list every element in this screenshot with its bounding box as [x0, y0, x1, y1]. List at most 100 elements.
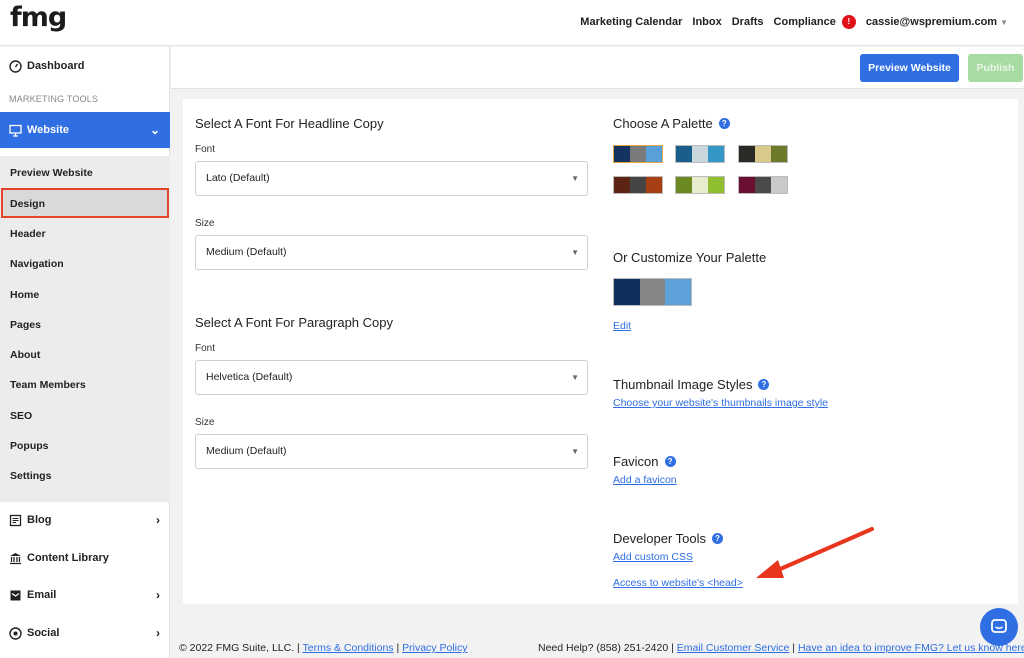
dropdown-arrow-icon: ▼: [571, 447, 579, 456]
swatch: [755, 177, 771, 193]
submenu-settings[interactable]: Settings: [10, 470, 51, 482]
swatch: [614, 146, 630, 162]
help-icon[interactable]: ?: [758, 379, 770, 390]
swatch: [614, 279, 640, 305]
footer-separator: |: [792, 642, 796, 654]
nav-compliance[interactable]: Compliance: [774, 16, 836, 28]
paragraph-font-select[interactable]: Helvetica (Default) ▼: [195, 360, 588, 395]
user-menu[interactable]: cassie@wspremium.com ▼: [866, 16, 1008, 28]
footer-separator: |: [396, 642, 400, 654]
add-custom-css-link[interactable]: Add custom CSS: [613, 551, 693, 563]
submenu-navigation[interactable]: Navigation: [10, 258, 64, 270]
thumbnail-title: Thumbnail Image Styles?: [613, 377, 770, 392]
palette-option-5[interactable]: [675, 176, 725, 194]
chevron-right-icon: ›: [156, 626, 160, 640]
swatch: [739, 177, 755, 193]
swatch: [708, 146, 724, 162]
swatch: [676, 146, 692, 162]
submenu-seo[interactable]: SEO: [10, 410, 32, 422]
submenu-design[interactable]: Design: [10, 198, 45, 210]
dropdown-arrow-icon: ▼: [571, 174, 579, 183]
nav-marketing-calendar[interactable]: Marketing Calendar: [580, 16, 682, 28]
chevron-down-icon: ▼: [1000, 18, 1008, 27]
palette-option-3[interactable]: [738, 145, 788, 163]
submenu-popups[interactable]: Popups: [10, 440, 49, 452]
email-support-link[interactable]: Email Customer Service: [677, 642, 790, 654]
sidebar-item-social[interactable]: Social ›: [0, 624, 170, 642]
sidebar-item-email[interactable]: Email ›: [0, 586, 170, 604]
swatch: [771, 146, 787, 162]
palette-option-2[interactable]: [675, 145, 725, 163]
submenu-home[interactable]: Home: [10, 289, 39, 301]
sidebar-item-label: Website: [27, 124, 69, 136]
palette-option-4[interactable]: [613, 176, 663, 194]
thumbnail-style-link[interactable]: Choose your website's thumbnails image s…: [613, 397, 828, 409]
swatch: [646, 177, 662, 193]
paragraph-font-label: Font: [195, 343, 216, 354]
sidebar-item-label: Blog: [27, 514, 52, 526]
sidebar-item-label: Email: [27, 589, 57, 601]
swatch: [614, 177, 630, 193]
select-value: Helvetica (Default): [206, 371, 293, 383]
top-bar: fmg Marketing Calendar Inbox Drafts Comp…: [0, 0, 1024, 46]
custom-palette-swatches[interactable]: [613, 278, 692, 306]
headline-size-select[interactable]: Medium (Default) ▼: [195, 235, 588, 270]
paragraph-size-select[interactable]: Medium (Default) ▼: [195, 434, 588, 469]
palette-option-6[interactable]: [738, 176, 788, 194]
headline-size-label: Size: [195, 218, 215, 229]
custom-palette-title: Or Customize Your Palette: [613, 250, 767, 265]
submenu-pages[interactable]: Pages: [10, 319, 41, 331]
fmg-logo[interactable]: fmg: [10, 2, 67, 33]
palette-option-1[interactable]: [613, 145, 663, 163]
favicon-title: Favicon?: [613, 454, 676, 469]
footer: © 2022 FMG Suite, LLC. | Terms & Conditi…: [179, 642, 1024, 654]
privacy-link[interactable]: Privacy Policy: [402, 642, 467, 654]
swatch: [630, 177, 646, 193]
dropdown-arrow-icon: ▼: [571, 373, 579, 382]
nav-inbox[interactable]: Inbox: [692, 16, 721, 28]
headline-font-select[interactable]: Lato (Default) ▼: [195, 161, 588, 196]
submenu-team-members[interactable]: Team Members: [10, 379, 86, 391]
developer-tools-title: Developer Tools?: [613, 531, 723, 546]
swatch: [639, 279, 666, 305]
swatch: [665, 279, 692, 305]
select-value: Medium (Default): [206, 246, 287, 258]
publish-button[interactable]: Publish: [968, 54, 1023, 82]
swatch: [692, 177, 708, 193]
help-icon[interactable]: ?: [711, 533, 723, 544]
chevron-right-icon: ›: [156, 588, 160, 602]
footer-help: Need Help? (858) 251-2420 | Email Custom…: [538, 642, 1024, 654]
add-favicon-link[interactable]: Add a favicon: [613, 474, 677, 486]
sidebar-item-content-library[interactable]: Content Library: [0, 549, 170, 567]
submenu-preview-website[interactable]: Preview Website: [10, 167, 93, 179]
top-nav: Marketing Calendar Inbox Drafts Complian…: [580, 15, 1008, 29]
library-icon: [9, 552, 22, 565]
social-icon: [9, 626, 22, 640]
nav-drafts[interactable]: Drafts: [732, 16, 764, 28]
chat-icon: [991, 619, 1007, 633]
swatch: [771, 177, 787, 193]
access-head-link[interactable]: Access to website's <head>: [613, 577, 743, 589]
submenu-header[interactable]: Header: [10, 228, 46, 240]
preview-website-button[interactable]: Preview Website: [860, 54, 959, 82]
paragraph-font-title: Select A Font For Paragraph Copy: [195, 315, 393, 330]
palette-title-text: Choose A Palette: [613, 116, 713, 131]
terms-link[interactable]: Terms & Conditions: [303, 642, 394, 654]
help-icon[interactable]: ?: [718, 118, 730, 129]
sidebar-item-dashboard[interactable]: Dashboard: [0, 57, 170, 75]
submenu-about[interactable]: About: [10, 349, 40, 361]
help-icon[interactable]: ?: [664, 456, 676, 467]
favicon-title-text: Favicon: [613, 454, 659, 469]
edit-palette-link[interactable]: Edit: [613, 320, 631, 332]
monitor-icon: [9, 124, 22, 137]
sidebar-item-blog[interactable]: Blog ›: [0, 511, 170, 529]
sidebar: Dashboard MARKETING TOOLS Website ⌄ Prev…: [0, 47, 170, 658]
copyright-text: © 2022 FMG Suite, LLC. |: [179, 642, 300, 654]
chevron-right-icon: ›: [156, 513, 160, 527]
palette-title: Choose A Palette?: [613, 116, 730, 131]
chat-button[interactable]: [980, 608, 1018, 646]
headline-font-title: Select A Font For Headline Copy: [195, 116, 384, 131]
help-phone-text: Need Help? (858) 251-2420 |: [538, 642, 674, 654]
action-bar: Preview Website Publish: [171, 47, 1024, 89]
sidebar-item-website[interactable]: Website ⌄: [0, 112, 170, 148]
